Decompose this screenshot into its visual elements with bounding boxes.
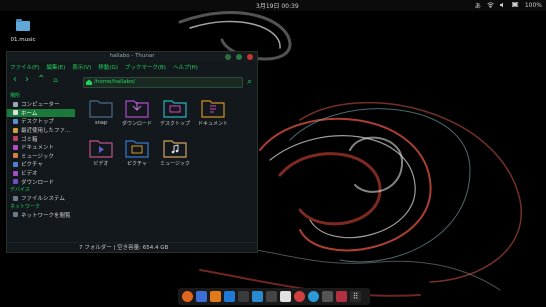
battery-level: 100% (524, 2, 542, 9)
clock[interactable]: 3月19日 00:39 (256, 1, 299, 10)
pictures-folder-icon (125, 140, 149, 158)
document-viewer-icon[interactable] (196, 291, 207, 302)
home-icon[interactable]: ⌂ (53, 75, 57, 85)
sidebar-section-devices: デバイス (10, 186, 30, 193)
desktop-folder-icon (163, 100, 187, 118)
downloads-folder-icon (125, 100, 149, 118)
folder-item-snap[interactable]: snap (81, 98, 121, 126)
app-grid-icon[interactable]: ⠿ (350, 291, 361, 302)
recent-icon (13, 127, 18, 133)
computer-icon (13, 101, 18, 107)
image-viewer-icon[interactable] (266, 291, 277, 302)
network-icon (13, 212, 18, 218)
software-center-icon[interactable] (252, 291, 263, 302)
documents-folder-icon (201, 100, 225, 118)
speaker-icon[interactable] (499, 2, 506, 10)
window-titlebar[interactable]: hallabo - Thunar (7, 52, 257, 62)
home-folder-icon (86, 79, 92, 85)
documents-icon (13, 144, 18, 150)
folder-item-pictures[interactable]: ピクチャ (117, 138, 157, 167)
folder-item-downloads[interactable]: ダウンロード (117, 98, 157, 127)
help-lifebuoy-icon[interactable] (294, 291, 305, 302)
location-path: /home/hallabo/ (94, 79, 136, 85)
up-arrow-icon[interactable]: ⌃ (37, 75, 45, 85)
dock: ⠿ (178, 288, 370, 305)
wifi-icon[interactable] (487, 1, 494, 10)
vlc-icon[interactable] (210, 291, 221, 302)
drive-icon (13, 195, 18, 201)
top-panel: 3月19日 00:39 あ 100% (0, 0, 546, 11)
menu-go[interactable]: 移動(G) (98, 63, 118, 71)
sidebar: 場所 コンピューター ホーム デスクトップ 最近使用したファ... ゴミ箱 ドキ… (7, 92, 77, 242)
sidebar-item-browse-network[interactable]: ネットワークを閲覧 (7, 211, 77, 220)
maximize-button[interactable] (236, 54, 242, 60)
sidebar-item-pictures[interactable]: ピクチャ (7, 160, 77, 169)
close-button[interactable] (247, 54, 253, 60)
folder-item-music[interactable]: ミュージック (155, 138, 195, 167)
system-monitor-icon[interactable] (322, 291, 333, 302)
pictures-icon (13, 161, 18, 167)
folder-item-videos[interactable]: ビデオ (81, 138, 121, 167)
menu-file[interactable]: ファイル(F) (10, 63, 39, 71)
sidebar-item-desktop[interactable]: デスクトップ (7, 117, 77, 126)
desktop-icon (13, 118, 18, 124)
trash-icon[interactable] (336, 291, 347, 302)
videos-icon (13, 170, 18, 176)
music-folder-icon (163, 140, 187, 158)
status-bar: 7 フォルダー | 空き容量: 654.4 GB (7, 242, 257, 252)
window-title: hallabo - Thunar (109, 53, 155, 59)
text-editor-icon[interactable] (238, 291, 249, 302)
menu-help[interactable]: ヘルプ(H) (173, 63, 198, 71)
location-bar[interactable]: /home/hallabo/ (83, 77, 243, 88)
menubar: ファイル(F) 編集(E) 表示(V) 移動(G) ブックマーク(B) ヘルプ(… (7, 62, 257, 72)
music-icon (13, 153, 18, 159)
battery-icon[interactable] (511, 2, 519, 9)
downloads-icon (13, 179, 18, 185)
menu-view[interactable]: 表示(V) (72, 63, 91, 71)
back-arrow-icon[interactable]: ‹ (13, 75, 17, 85)
sidebar-item-computer[interactable]: コンピューター (7, 100, 77, 109)
sidebar-section-network: ネットワーク (10, 203, 41, 210)
file-view: snap ダウンロード デスクトップ ドキュメント ビデオ ピクチャ ミュージッ… (79, 92, 255, 242)
messenger-icon[interactable] (308, 291, 319, 302)
vscode-icon[interactable] (224, 291, 235, 302)
file-manager-window: hallabo - Thunar ファイル(F) 編集(E) 表示(V) 移動(… (6, 51, 258, 253)
sidebar-item-documents[interactable]: ドキュメント (7, 143, 77, 152)
menu-bookmarks[interactable]: ブックマーク(B) (125, 63, 166, 71)
home-icon (13, 110, 18, 116)
sidebar-item-recent[interactable]: 最近使用したファ... (7, 126, 77, 135)
search-icon[interactable]: ⌕ (247, 77, 252, 87)
videos-folder-icon (89, 140, 113, 158)
sidebar-item-videos[interactable]: ビデオ (7, 169, 77, 178)
folder-item-documents[interactable]: ドキュメント (193, 98, 233, 127)
sidebar-item-music[interactable]: ミュージック (7, 152, 77, 161)
forward-arrow-icon[interactable]: › (25, 75, 29, 85)
sidebar-section-places: 場所 (10, 93, 21, 99)
sidebar-item-home[interactable]: ホーム (7, 108, 75, 118)
sidebar-item-trash[interactable]: ゴミ箱 (7, 134, 77, 143)
menu-edit[interactable]: 編集(E) (46, 63, 65, 71)
trash-icon (13, 136, 18, 142)
sidebar-item-filesystem[interactable]: ファイルシステム (7, 194, 77, 203)
folder-icon (16, 19, 30, 31)
folder-item-desktop[interactable]: デスクトップ (155, 98, 195, 127)
folder-icon (89, 100, 113, 118)
input-method-indicator[interactable]: あ (475, 1, 481, 10)
desktop-icon-music[interactable]: 01.music (8, 16, 38, 43)
calendar-icon[interactable] (280, 291, 291, 302)
firefox-icon[interactable] (182, 291, 193, 302)
system-tray: あ 100% (475, 1, 542, 10)
sidebar-item-downloads[interactable]: ダウンロード (7, 177, 77, 186)
minimize-button[interactable] (225, 54, 231, 60)
desktop-icon-label: 01.music (10, 37, 36, 43)
